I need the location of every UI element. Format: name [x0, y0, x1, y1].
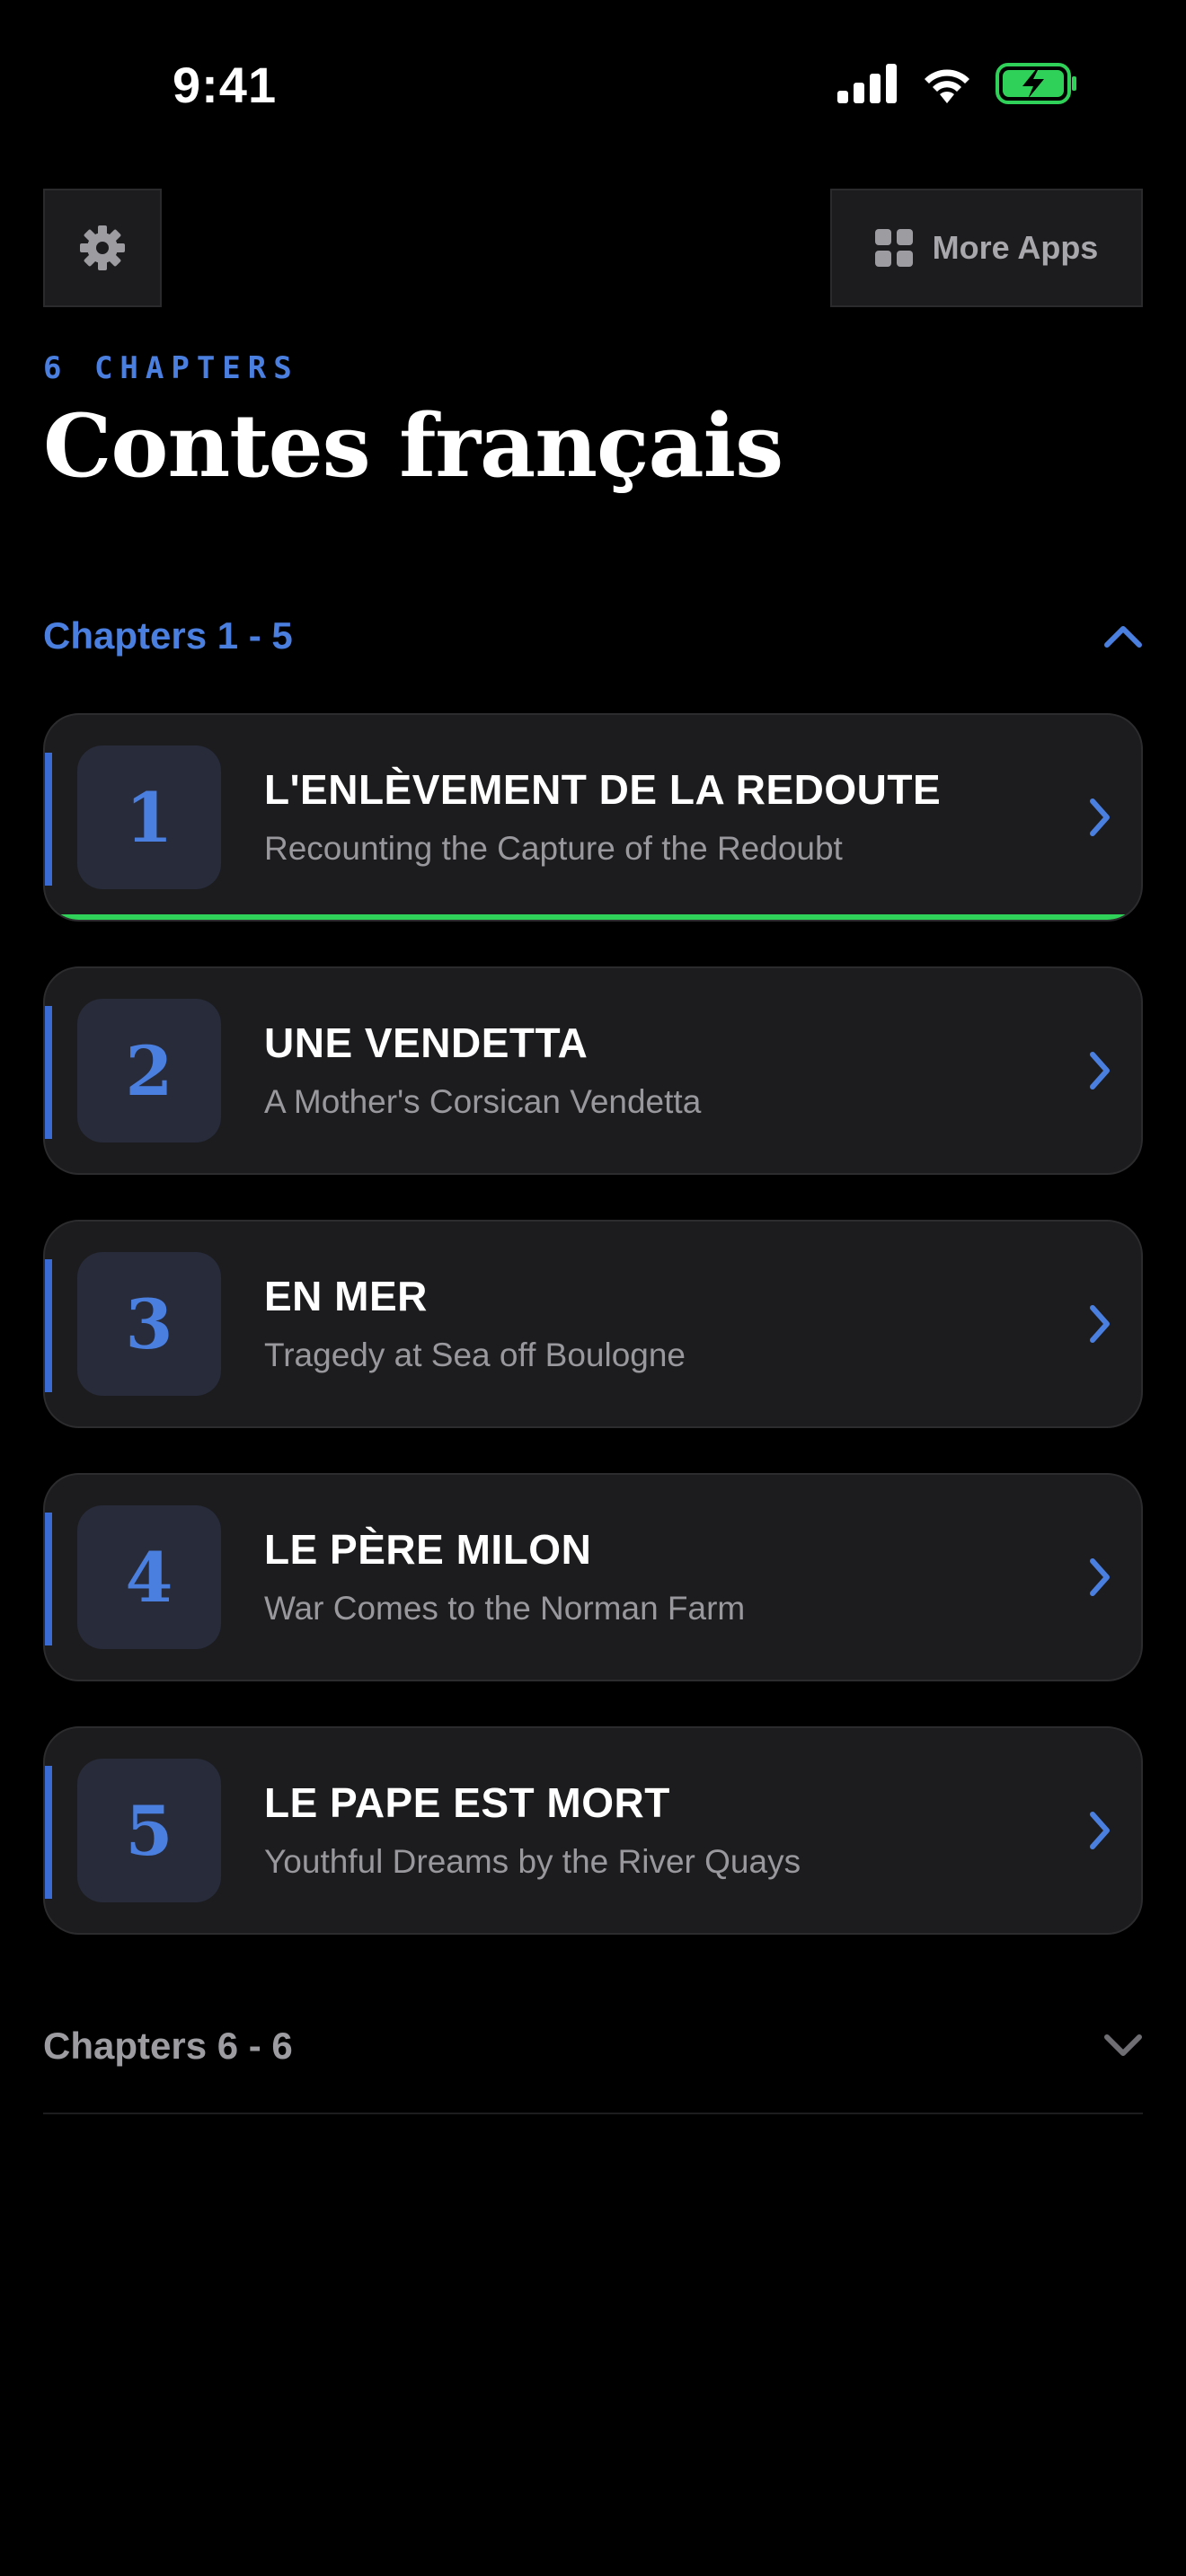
section-label: Chapters 6 - 6 — [43, 2025, 293, 2067]
status-icons — [837, 63, 1078, 104]
card-accent — [45, 1259, 52, 1392]
page-title: Contes français — [43, 395, 783, 497]
status-time: 9:41 — [173, 57, 278, 113]
section-label: Chapters 1 - 5 — [43, 614, 293, 657]
chapter-card-3[interactable]: 3 EN MER Tragedy at Sea off Boulogne — [43, 1220, 1143, 1428]
chapter-subtitle: A Mother's Corsican Vendetta — [264, 1083, 702, 1120]
chapter-subtitle: Recounting the Capture of the Redoubt — [264, 830, 843, 867]
chevron-down-icon — [1104, 2034, 1142, 2056]
chapter-title: EN MER — [264, 1273, 428, 1319]
chapter-number: 1 — [77, 745, 221, 889]
chapter-card-5[interactable]: 5 LE PAPE EST MORT Youthful Dreams by th… — [43, 1726, 1143, 1935]
chapter-count: 6 CHAPTERS — [43, 350, 299, 386]
battery-charging-icon — [996, 63, 1076, 104]
chapter-subtitle: Youthful Dreams by the River Quays — [264, 1843, 801, 1880]
chapter-number: 5 — [77, 1759, 221, 1902]
chevron-right-icon — [1090, 1305, 1110, 1343]
section-header-chapters-6-6[interactable]: Chapters 6 - 6 — [43, 2014, 1143, 2078]
card-accent — [45, 753, 52, 886]
chapter-title: LE PAPE EST MORT — [264, 1779, 670, 1826]
card-accent — [45, 1006, 52, 1139]
status-bar: 9:41 — [0, 0, 1186, 171]
chapter-number: 2 — [77, 999, 221, 1142]
chapter-title: LE PÈRE MILON — [264, 1526, 592, 1573]
chapter-card-2[interactable]: 2 UNE VENDETTA A Mother's Corsican Vende… — [43, 966, 1143, 1175]
chapter-card-4[interactable]: 4 LE PÈRE MILON War Comes to the Norman … — [43, 1473, 1143, 1681]
chapter-title: UNE VENDETTA — [264, 1019, 589, 1066]
chapter-number: 3 — [77, 1252, 221, 1396]
chevron-right-icon — [1090, 1052, 1110, 1090]
settings-button[interactable] — [43, 189, 162, 307]
more-apps-label: More Apps — [932, 229, 1099, 266]
chevron-right-icon — [1090, 1812, 1110, 1849]
chapter-number: 4 — [77, 1505, 221, 1649]
progress-bar — [45, 914, 1141, 920]
chapter-card-1[interactable]: 1 L'ENLÈVEMENT DE LA REDOUTE Recounting … — [43, 713, 1143, 922]
chevron-right-icon — [1090, 1558, 1110, 1596]
section-header-chapters-1-5[interactable]: Chapters 1 - 5 — [43, 604, 1143, 668]
chevron-right-icon — [1090, 798, 1110, 836]
cellular-signal-icon — [837, 64, 897, 103]
chapter-title: L'ENLÈVEMENT DE LA REDOUTE — [264, 766, 942, 813]
section-divider — [43, 2113, 1143, 2114]
grid-icon — [874, 229, 913, 267]
card-accent — [45, 1513, 52, 1645]
wifi-icon — [925, 69, 969, 103]
chapter-subtitle: War Comes to the Norman Farm — [264, 1590, 746, 1627]
card-accent — [45, 1766, 52, 1899]
chevron-up-icon — [1104, 626, 1142, 648]
more-apps-button[interactable]: More Apps — [830, 189, 1143, 307]
progress-fill — [45, 914, 1141, 920]
chapter-subtitle: Tragedy at Sea off Boulogne — [264, 1337, 686, 1373]
gear-icon — [80, 225, 125, 270]
